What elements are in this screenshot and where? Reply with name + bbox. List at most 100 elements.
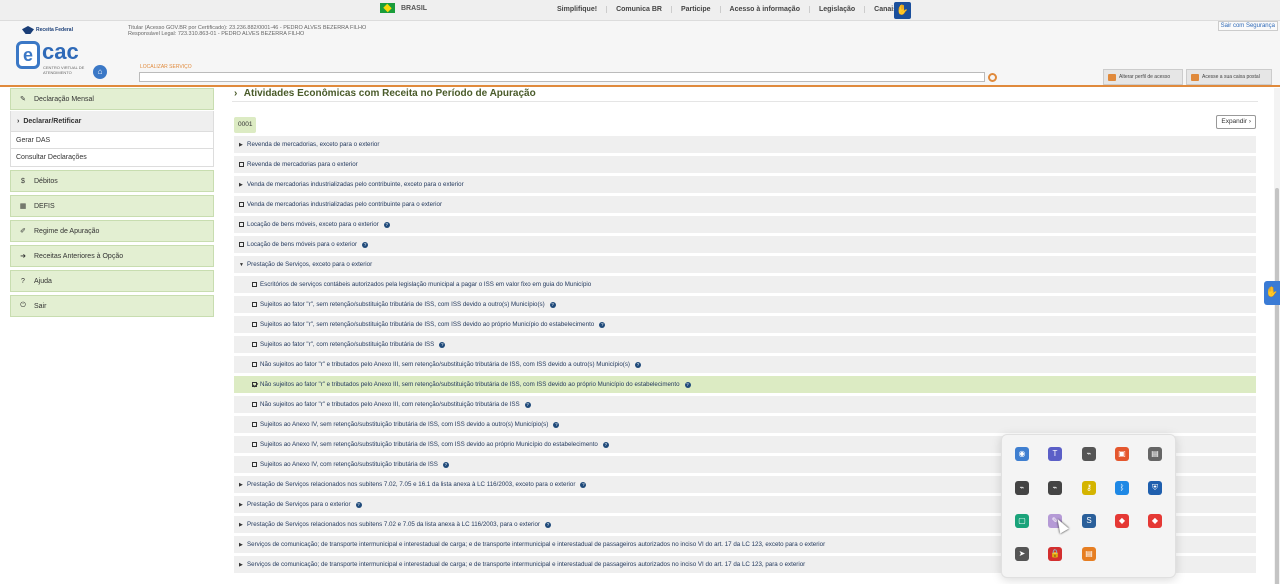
app-icon-s[interactable]: S	[1082, 514, 1096, 528]
gov-link-legislacao[interactable]: Legislação	[810, 6, 866, 13]
sidebar-item-regime[interactable]: ✐ Regime de Apuração	[10, 220, 214, 242]
scrollbar-thumb[interactable]	[1275, 188, 1279, 584]
help-icon[interactable]: ?	[599, 321, 606, 328]
app-icon-orange[interactable]: ▤	[1082, 547, 1096, 561]
help-icon[interactable]: ?	[549, 301, 556, 308]
alterar-perfil-button[interactable]: Alterar perfil de acesso	[1103, 69, 1183, 85]
sidebar-item-consultar[interactable]: Consultar Declarações	[10, 149, 214, 167]
network-icon[interactable]: ⌁	[1082, 447, 1096, 461]
activity-row[interactable]: ▶ Venda de mercadorias industrializadas p…	[234, 176, 1256, 193]
caixa-postal-button[interactable]: Acesse a sua caixa postal	[1186, 69, 1272, 85]
establishment-tag[interactable]: 0001	[234, 117, 257, 133]
sidebar-item-declarar-retificar[interactable]: › Declarar/Retificar	[10, 111, 214, 131]
accessibility-icon[interactable]: ✋	[894, 2, 911, 19]
sidebar-item-declaracao-mensal[interactable]: ✎ Declaração Mensal	[10, 88, 214, 110]
bluetooth-icon[interactable]: ᛒ	[1115, 481, 1129, 495]
gov-link-participe[interactable]: Participe	[672, 6, 721, 13]
app-icon-red[interactable]: ▣	[1115, 447, 1129, 461]
activity-row[interactable]: Revenda de mercadorias para o exterior	[234, 156, 1256, 173]
caret-right-icon[interactable]: ▶	[239, 522, 244, 528]
checkbox[interactable]	[252, 362, 257, 367]
checkbox[interactable]	[252, 462, 257, 467]
activity-row[interactable]: Sujeitos ao Anexo IV, sem retenção/subst…	[234, 416, 1256, 433]
sidebar-item-debitos[interactable]: $ Débitos	[10, 170, 214, 192]
network-icon[interactable]: ⌁	[1015, 481, 1029, 495]
sidebar-item-defis[interactable]: ▦ DEFIS	[10, 195, 214, 217]
help-icon[interactable]: ?	[524, 401, 531, 408]
device-icon[interactable]: ▤	[1148, 447, 1162, 461]
help-icon[interactable]: ?	[383, 221, 390, 228]
checkbox[interactable]	[252, 322, 257, 327]
activity-row[interactable]: Sujeitos ao fator "r", sem retenção/subs…	[234, 316, 1256, 333]
network-icon[interactable]: ⌁	[1048, 481, 1062, 495]
caret-right-icon[interactable]: ▶	[239, 502, 244, 508]
checkbox[interactable]	[252, 422, 257, 427]
activity-row[interactable]: Venda de mercadorias industrializadas pe…	[234, 196, 1256, 213]
sidebar-item-sair[interactable]: ⏻ Sair	[10, 295, 214, 317]
help-icon[interactable]: ?	[580, 481, 587, 488]
lock-icon[interactable]: 🔒	[1048, 547, 1062, 561]
anydesk-icon[interactable]: ◆	[1115, 514, 1129, 528]
activity-row[interactable]: Locação de bens móveis, exceto para o ex…	[234, 216, 1256, 233]
sidebar-item-ajuda[interactable]: ? Ajuda	[10, 270, 214, 292]
activity-row[interactable]: Não sujeitos ao fator "r" e tributados p…	[234, 356, 1256, 373]
help-icon[interactable]: ?	[544, 521, 551, 528]
checkbox[interactable]	[239, 202, 244, 207]
app-icon-blue[interactable]: ◉	[1015, 447, 1029, 461]
help-icon[interactable]: ?	[355, 501, 362, 508]
activity-row-selected[interactable]: Não sujeitos ao fator "r" e tributados p…	[234, 376, 1256, 393]
help-icon[interactable]: ?	[442, 461, 449, 468]
anydesk-icon[interactable]: ◆	[1148, 514, 1162, 528]
activity-label: Serviços de comunicação; de transporte i…	[247, 561, 806, 568]
caret-right-icon[interactable]: ▶	[239, 182, 244, 188]
expand-button[interactable]: Expandir ›	[1216, 115, 1256, 129]
security-shield-icon[interactable]: ⛨	[1148, 481, 1162, 495]
caret-down-icon[interactable]: ▼	[239, 262, 244, 268]
search-input[interactable]	[139, 72, 985, 82]
activity-row[interactable]: ▶ Revenda de mercadorias, exceto para o e…	[234, 136, 1256, 153]
page-scrollbar[interactable]	[1274, 88, 1280, 584]
help-icon[interactable]: ?	[362, 241, 369, 248]
activity-row[interactable]: Sujeitos ao fator "r", com retenção/subs…	[234, 336, 1256, 353]
checkbox[interactable]	[252, 402, 257, 407]
sair-seguranca-link[interactable]: Sair com Segurança	[1217, 21, 1278, 31]
checkbox[interactable]	[252, 342, 257, 347]
caret-right-icon[interactable]: ▶	[239, 562, 244, 568]
vlibras-accessibility-icon[interactable]: ✋	[1264, 281, 1280, 305]
help-icon[interactable]: ?	[602, 441, 609, 448]
caret-right-icon[interactable]: ▶	[239, 542, 244, 548]
teams-icon[interactable]: T	[1048, 447, 1062, 461]
activity-row[interactable]: Locação de bens móveis para o exterior?	[234, 236, 1256, 253]
help-icon[interactable]: ?	[553, 421, 560, 428]
sidebar-item-receitas[interactable]: ➜ Receitas Anteriores à Opção	[10, 245, 214, 267]
gov-brasil-link[interactable]: BRASIL	[380, 3, 427, 13]
question-icon: ?	[21, 277, 25, 285]
checkbox[interactable]	[252, 302, 257, 307]
gov-link-simplifique[interactable]: Simplifique!	[548, 6, 608, 13]
activity-row[interactable]: ▼ Prestação de Serviços, exceto para o ex…	[234, 256, 1256, 273]
checkbox[interactable]	[239, 162, 244, 167]
checkbox[interactable]	[252, 282, 257, 287]
caret-right-icon[interactable]: ▶	[239, 142, 244, 148]
activity-row[interactable]: Sujeitos ao fator "r", sem retenção/subs…	[234, 296, 1256, 313]
activity-row[interactable]: Não sujeitos ao fator "r" e tributados p…	[234, 396, 1256, 413]
home-icon[interactable]: ⌂	[93, 65, 107, 79]
sidebar-item-gerar-das[interactable]: Gerar DAS	[10, 131, 214, 149]
key-icon[interactable]: ⚷	[1082, 481, 1096, 495]
help-icon[interactable]: ?	[439, 341, 446, 348]
gov-link-acesso-info[interactable]: Acesso à informação	[721, 6, 810, 13]
search-icon[interactable]	[988, 73, 997, 82]
gov-link-comunica[interactable]: Comunica BR	[607, 6, 672, 13]
ecac-logo[interactable]: e cac CENTRO VIRTUAL DE ATENDIMENTO	[16, 39, 84, 75]
checkbox[interactable]	[239, 222, 244, 227]
caret-right-icon[interactable]: ▶	[239, 482, 244, 488]
help-icon[interactable]: ?	[634, 361, 641, 368]
receita-federal-logo[interactable]: Receita Federal	[22, 26, 73, 34]
checkbox[interactable]	[239, 242, 244, 247]
activity-row[interactable]: Escritórios de serviços contábeis autori…	[234, 276, 1256, 293]
app-icon-green[interactable]: ▢	[1015, 514, 1029, 528]
help-icon[interactable]: ?	[684, 381, 691, 388]
checkbox[interactable]	[252, 442, 257, 447]
app-icon-gray[interactable]: ➤	[1015, 547, 1029, 561]
checkbox-checked[interactable]	[252, 382, 257, 387]
